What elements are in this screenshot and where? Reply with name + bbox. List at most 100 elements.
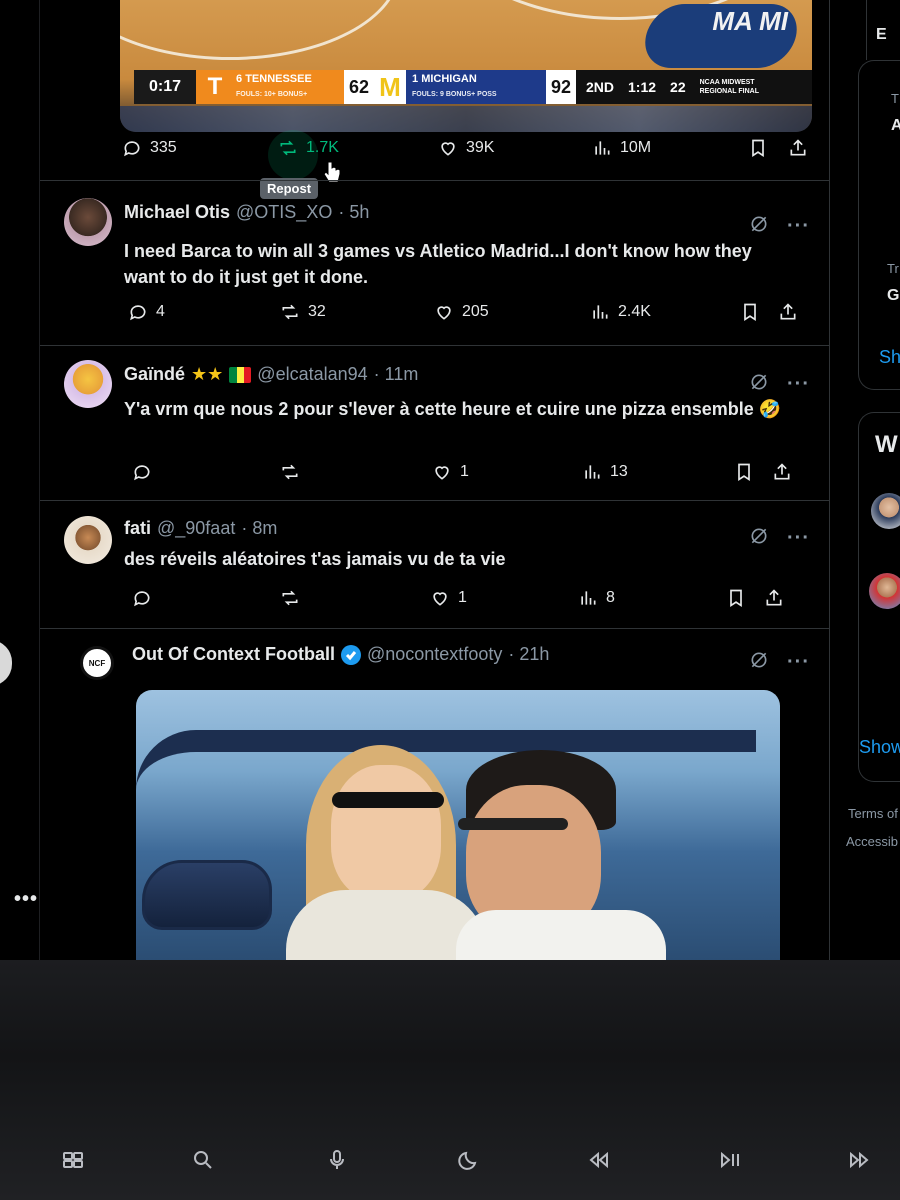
like-button[interactable]: 205	[434, 302, 489, 322]
reply-button[interactable]: 4	[128, 302, 165, 322]
rewind-icon[interactable]	[582, 1145, 616, 1175]
avatar[interactable]: NCF	[80, 646, 114, 680]
trend-title[interactable]: G	[887, 287, 899, 305]
like-count: 205	[462, 303, 489, 320]
trend-title[interactable]: A	[891, 117, 900, 135]
author-name[interactable]: Out Of Context Football	[132, 644, 335, 665]
grok-icon[interactable]	[749, 214, 769, 239]
divider	[40, 628, 830, 629]
court-logo-text: MA MI	[712, 6, 788, 36]
post-actions: 4 32 205 2.4K	[40, 302, 830, 332]
views-count: 13	[610, 463, 628, 480]
bookmark-icon	[744, 303, 756, 322]
post-time[interactable]: · 11m	[374, 364, 419, 385]
mission-control-icon[interactable]	[56, 1145, 90, 1175]
shot-clock-display: 0:17	[134, 70, 196, 104]
repost-button[interactable]: 1.7K	[278, 138, 339, 158]
fast-forward-icon[interactable]	[842, 1145, 876, 1175]
event-name: NCAA MIDWEST REGIONAL FINAL	[699, 79, 759, 95]
do-not-disturb-icon[interactable]	[452, 1145, 486, 1175]
show-more-link[interactable]: Sh	[879, 347, 900, 368]
repost-button[interactable]: 32	[280, 302, 326, 322]
like-count: 1	[460, 463, 469, 480]
repost-icon	[282, 590, 298, 606]
post-header: Gaïndé ★★ @elcatalan94 · 11m	[124, 364, 418, 385]
show-more-link[interactable]: Show	[859, 737, 900, 758]
like-button[interactable]: 39K	[438, 138, 494, 158]
author-name[interactable]: fati	[124, 518, 151, 539]
star-badge-icon: ★★	[191, 364, 224, 384]
post-header: Out Of Context Football @nocontextfooty …	[132, 644, 549, 665]
grok-icon[interactable]	[749, 372, 769, 397]
more-icon[interactable]: ···	[787, 373, 810, 396]
more-icon[interactable]: ···	[787, 651, 810, 674]
video-post-actions: 335 1.7K 39K 10M	[40, 138, 830, 168]
share-button[interactable]	[788, 138, 808, 158]
video-media[interactable]: MA MI 0:17 T 6 TENNESSEE FOULS: 10+ BONU…	[120, 0, 812, 132]
author-name[interactable]: Gaïndé	[124, 364, 185, 385]
more-icon[interactable]: ···	[787, 215, 810, 238]
team2-fouls: FOULS: 9 BONUS+ POSS	[412, 91, 497, 98]
avatar[interactable]	[64, 198, 112, 246]
reply-button[interactable]	[132, 462, 160, 482]
author-handle[interactable]: @_90faat	[157, 518, 235, 539]
more-menu-icon[interactable]: •••	[14, 888, 38, 911]
reply-button[interactable]	[132, 588, 160, 608]
author-handle[interactable]: @OTIS_XO	[236, 202, 332, 223]
grok-icon[interactable]	[749, 650, 769, 675]
reply-button[interactable]: 335	[122, 138, 177, 158]
accessibility-link[interactable]: Accessib	[846, 834, 898, 849]
share-button[interactable]	[778, 302, 798, 322]
bookmark-button[interactable]	[740, 302, 760, 322]
reply-icon	[130, 305, 146, 321]
share-button[interactable]	[764, 588, 784, 608]
man-sunglasses	[458, 818, 568, 830]
post-actions: 1 8	[40, 588, 830, 618]
views-button[interactable]: 10M	[592, 138, 651, 158]
terms-link[interactable]: Terms of	[848, 806, 898, 821]
play-pause-icon[interactable]	[714, 1145, 748, 1175]
avatar[interactable]	[64, 516, 112, 564]
team1-name: 6 TENNESSEE	[236, 73, 312, 85]
author-handle[interactable]: @nocontextfooty	[367, 644, 502, 665]
post-time[interactable]: · 21h	[508, 644, 549, 665]
reply-icon	[124, 141, 140, 157]
share-icon	[790, 139, 806, 156]
reply-icon	[134, 465, 150, 481]
author-name[interactable]: Michael Otis	[124, 202, 230, 223]
like-icon	[441, 142, 455, 156]
author-handle[interactable]: @elcatalan94	[257, 364, 367, 385]
tennessee-logo-icon: T	[207, 73, 223, 100]
share-icon	[766, 589, 782, 606]
bookmark-button[interactable]	[734, 462, 754, 482]
suggested-user-avatar[interactable]	[871, 493, 900, 529]
suggested-user-avatar[interactable]	[869, 573, 900, 609]
repost-button[interactable]	[280, 588, 308, 608]
profile-avatar-edge[interactable]	[0, 640, 12, 686]
views-button[interactable]: 2.4K	[590, 302, 651, 322]
who-to-follow-title: W	[875, 431, 898, 458]
team2-seed: 1	[412, 73, 419, 85]
share-icon	[780, 303, 796, 320]
like-button[interactable]: 1	[432, 462, 469, 482]
woman-face	[331, 765, 441, 900]
bookmark-button[interactable]	[748, 138, 768, 158]
repost-button[interactable]	[280, 462, 308, 482]
share-icon	[774, 463, 790, 480]
share-button[interactable]	[772, 462, 792, 482]
like-button[interactable]: 1	[430, 588, 467, 608]
bookmark-button[interactable]	[726, 588, 746, 608]
like-icon	[435, 466, 449, 480]
search-icon[interactable]	[186, 1145, 220, 1175]
views-button[interactable]: 8	[578, 588, 615, 608]
views-button[interactable]: 13	[582, 462, 628, 482]
post-time[interactable]: · 5h	[338, 202, 369, 223]
verified-icon	[340, 644, 361, 665]
avatar[interactable]	[64, 360, 112, 408]
post-time[interactable]: · 8m	[241, 518, 277, 539]
repost-icon	[282, 304, 298, 320]
shot-clock: 22	[670, 79, 686, 95]
post-photo[interactable]	[136, 690, 780, 960]
like-count: 39K	[466, 139, 495, 156]
dictation-icon[interactable]	[320, 1145, 354, 1175]
